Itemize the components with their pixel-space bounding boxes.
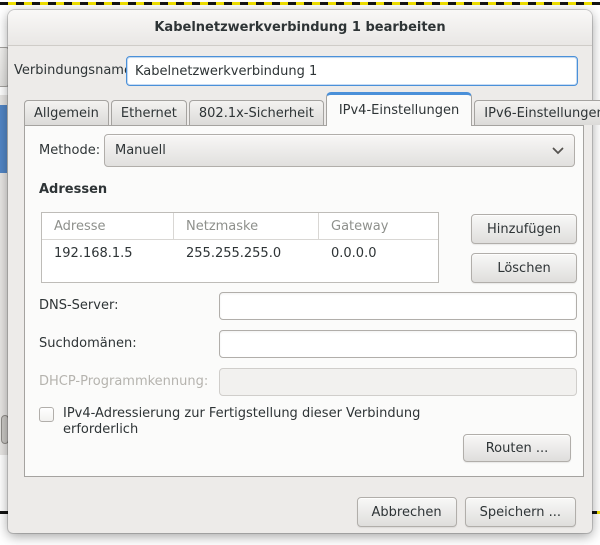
search-domains-input[interactable] — [219, 330, 577, 358]
titlebar[interactable]: Kabelnetzwerkverbindung 1 bearbeiten — [8, 10, 592, 46]
addresses-table-header: Adresse Netzmaske Gateway — [42, 213, 438, 240]
method-selected-value: Manuell — [115, 143, 552, 158]
column-header-netzmaske[interactable]: Netzmaske — [174, 213, 319, 239]
method-select[interactable]: Manuell — [104, 134, 575, 167]
routes-button[interactable]: Routen ... — [463, 434, 571, 462]
dns-server-label: DNS-Server: — [39, 292, 118, 320]
cancel-button[interactable]: Abbrechen — [357, 497, 457, 527]
addresses-heading: Adressen — [39, 182, 107, 197]
dns-server-input[interactable] — [219, 292, 577, 320]
require-ipv4-checkbox[interactable] — [39, 407, 54, 422]
search-domains-label: Suchdomänen: — [39, 330, 137, 358]
tab-ethernet[interactable]: Ethernet — [111, 100, 187, 125]
add-address-button[interactable]: Hinzufügen — [471, 214, 577, 244]
canvas-boundary-top — [0, 2, 600, 5]
tab-bar: Allgemein Ethernet 802.1x-Sicherheit IPv… — [24, 92, 600, 125]
background-selected-row — [0, 105, 7, 173]
cell-address[interactable]: 192.168.1.5 — [42, 240, 174, 267]
dhcp-client-id-input — [219, 368, 577, 396]
addresses-table[interactable]: Adresse Netzmaske Gateway 192.168.1.5 25… — [41, 212, 439, 283]
delete-address-button[interactable]: Löschen — [471, 253, 577, 283]
dialog-title: Kabelnetzwerkverbindung 1 bearbeiten — [154, 20, 445, 35]
tab-ipv6-einstellungen[interactable]: IPv6-Einstellungen — [474, 100, 600, 125]
cell-gateway[interactable]: 0.0.0.0 — [319, 240, 438, 267]
require-ipv4-label: IPv4-Adressierung zur Fertigstellung die… — [63, 406, 483, 438]
tab-allgemein[interactable]: Allgemein — [24, 100, 109, 125]
save-button[interactable]: Speichern ... — [465, 497, 576, 527]
column-header-adresse[interactable]: Adresse — [42, 213, 174, 239]
connection-name-input[interactable] — [126, 56, 578, 86]
cell-netmask[interactable]: 255.255.255.0 — [174, 240, 319, 267]
table-row[interactable]: 192.168.1.5 255.255.255.0 0.0.0.0 — [42, 240, 438, 267]
column-header-gateway[interactable]: Gateway — [319, 213, 438, 239]
ipv4-settings-panel: Methode: Manuell Adressen Adresse Netzma… — [24, 125, 584, 477]
edit-connection-dialog: Kabelnetzwerkverbindung 1 bearbeiten Ver… — [8, 10, 592, 533]
method-label: Methode: — [39, 134, 100, 167]
dialog-action-area: Abbrechen Speichern ... — [357, 497, 576, 527]
tab-ipv4-einstellungen[interactable]: IPv4-Einstellungen — [326, 92, 472, 126]
connection-name-label: Verbindungsname: — [14, 56, 136, 86]
dhcp-client-id-label: DHCP-Programmkennung: — [39, 368, 208, 396]
tab-8021x-sicherheit[interactable]: 802.1x-Sicherheit — [189, 100, 324, 125]
chevron-down-icon — [552, 147, 564, 155]
